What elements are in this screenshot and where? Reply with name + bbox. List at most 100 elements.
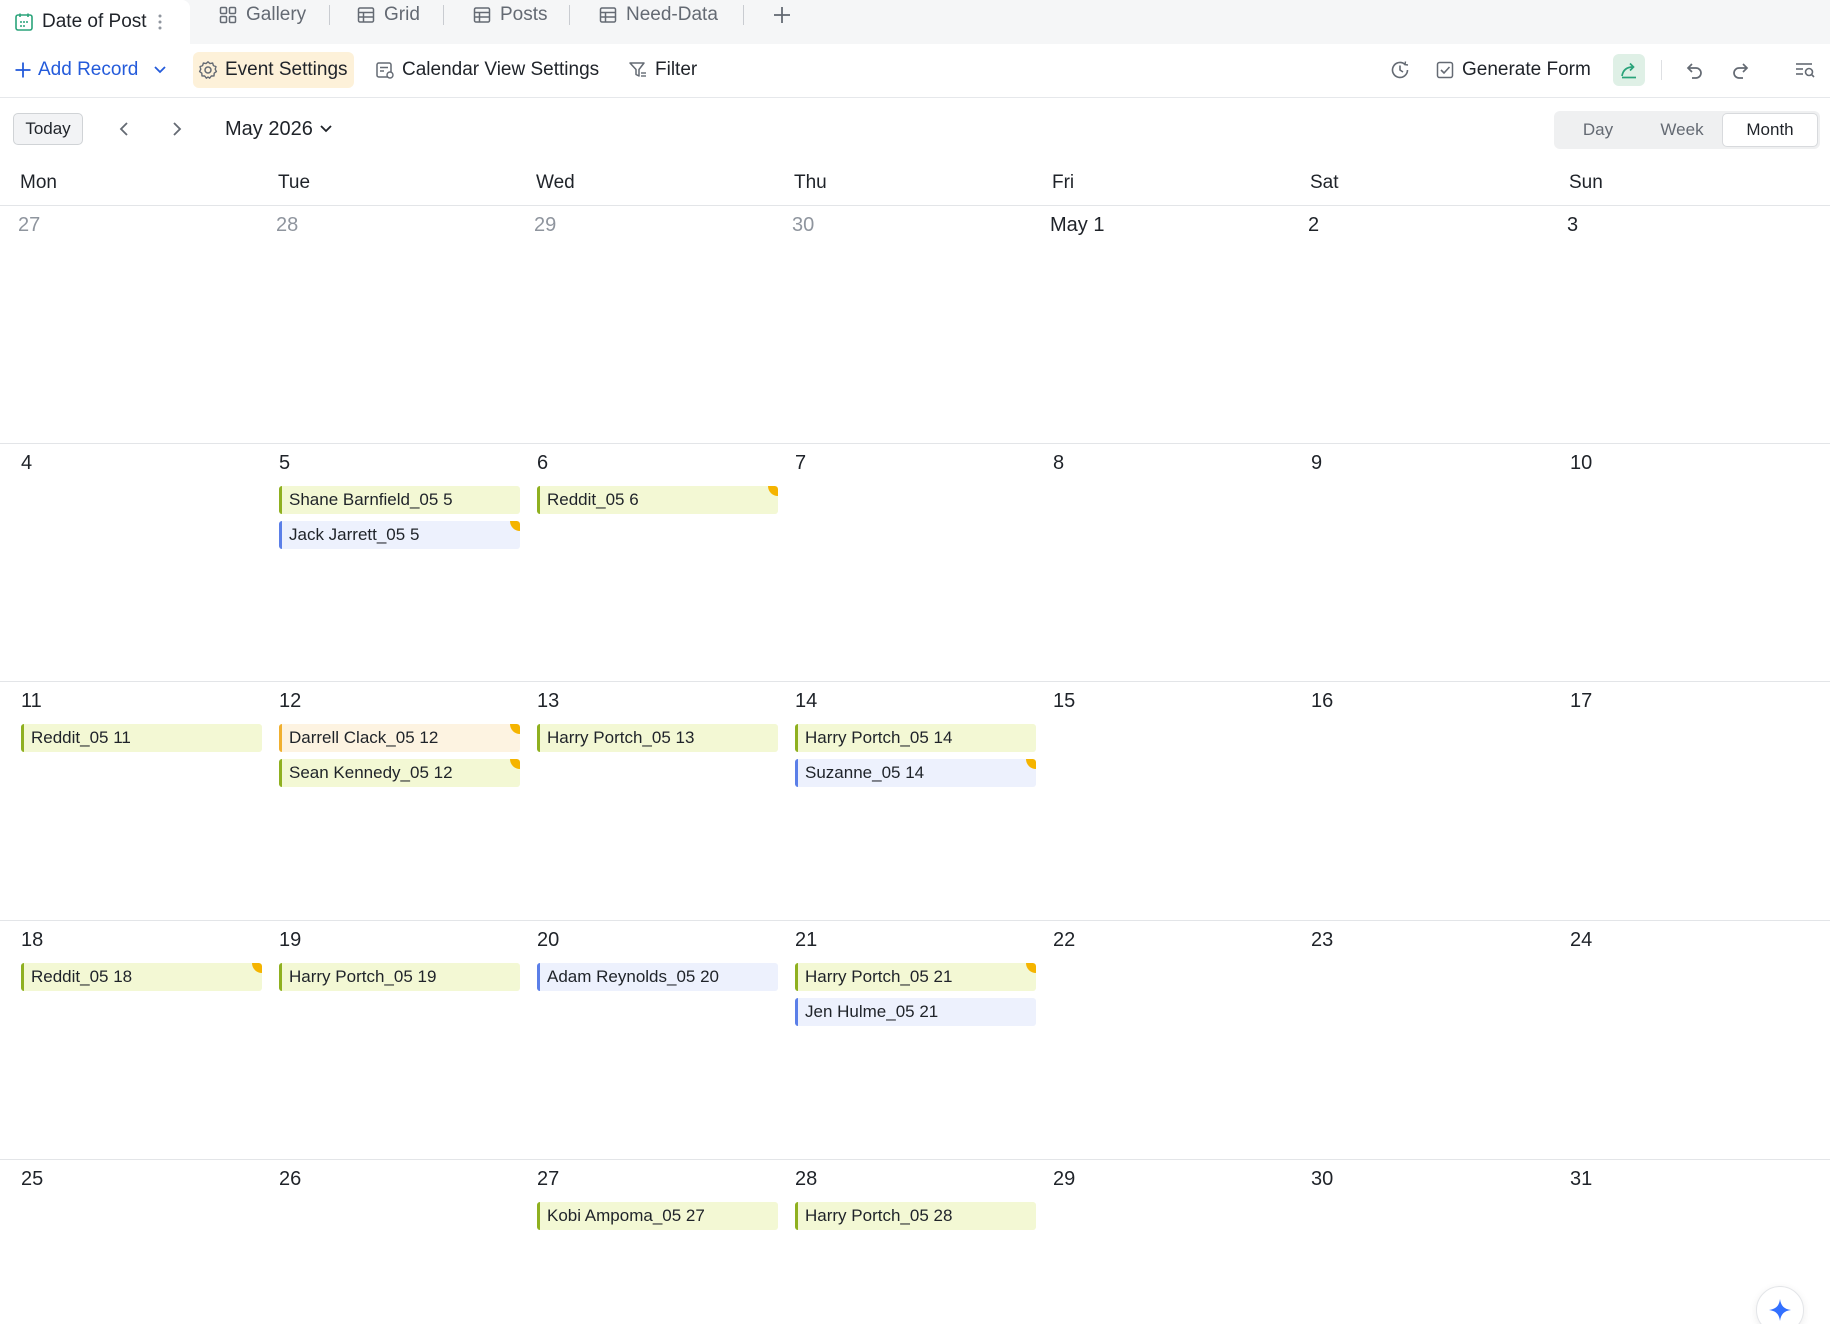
add-record-dropdown[interactable] — [144, 54, 176, 86]
event-label: Reddit_05 18 — [31, 967, 133, 986]
event-label: Adam Reynolds_05 20 — [547, 967, 720, 986]
event-chip[interactable]: Harry Portch_05 21 — [795, 963, 1036, 991]
day-number: 23 — [1311, 929, 1334, 951]
day-number: 31 — [1570, 1168, 1593, 1190]
tab-label: Posts — [500, 4, 548, 25]
filter-button[interactable]: Filter — [627, 52, 697, 88]
event-chip[interactable]: Harry Portch_05 28 — [795, 1202, 1036, 1230]
event-label: Jack Jarrett_05 5 — [289, 525, 420, 544]
next-month-button[interactable] — [162, 114, 192, 144]
view-option-month[interactable]: Month — [1722, 113, 1818, 147]
search-records-button[interactable] — [1789, 54, 1821, 86]
view-option-day[interactable]: Day — [1556, 113, 1640, 147]
event-chip[interactable]: Jack Jarrett_05 5 — [279, 521, 520, 549]
view-option-week[interactable]: Week — [1640, 113, 1724, 147]
weekday-header: Mon Tue Wed Thu Fri Sat Sun — [0, 164, 1830, 206]
tab-label: Gallery — [246, 4, 307, 25]
day-number: 29 — [534, 214, 557, 236]
day-number: 14 — [795, 690, 818, 712]
tab-label: Grid — [384, 4, 420, 25]
undo-button[interactable] — [1678, 54, 1710, 86]
event-chip[interactable]: Harry Portch_05 14 — [795, 724, 1036, 752]
day-number: 15 — [1053, 690, 1076, 712]
chevron-right-icon — [171, 121, 183, 137]
event-chip[interactable]: Shane Barnfield_05 5 — [279, 486, 520, 514]
view-switcher: Day Week Month — [1554, 111, 1820, 149]
weekday-label: Mon — [20, 172, 57, 193]
add-view-button[interactable] — [770, 0, 794, 30]
tab-label: Date of Post — [42, 11, 147, 32]
day-number: 20 — [537, 929, 560, 951]
event-label: Harry Portch_05 21 — [805, 967, 953, 986]
status-flag-icon — [252, 963, 262, 973]
event-chip[interactable]: Reddit_05 11 — [21, 724, 262, 752]
tab-posts[interactable]: Posts — [472, 0, 548, 30]
event-chip[interactable]: Harry Portch_05 19 — [279, 963, 520, 991]
tab-gallery[interactable]: Gallery — [218, 0, 306, 30]
today-button[interactable]: Today — [13, 113, 83, 145]
chevron-down-icon — [153, 65, 167, 75]
share-button[interactable] — [1613, 54, 1645, 86]
event-settings-label: Event Settings — [225, 59, 348, 80]
event-label: Reddit_05 11 — [31, 728, 131, 747]
undo-icon — [1683, 59, 1705, 81]
table-icon — [356, 5, 376, 25]
month-picker[interactable]: May 2026 — [225, 114, 333, 144]
event-chip[interactable]: Harry Portch_05 13 — [537, 724, 778, 752]
day-number: 26 — [279, 1168, 302, 1190]
event-chip[interactable]: Darrell Clack_05 12 — [279, 724, 520, 752]
event-chip[interactable]: Reddit_05 6 — [537, 486, 778, 514]
form-check-icon — [1434, 59, 1456, 81]
day-number: 3 — [1567, 214, 1579, 236]
calendar-icon — [14, 12, 34, 32]
plus-icon — [12, 59, 34, 81]
search-list-icon — [1794, 59, 1816, 81]
calendar-view-settings-button[interactable]: Calendar View Settings — [374, 52, 599, 88]
weekday-label: Wed — [536, 172, 575, 193]
tab-grid[interactable]: Grid — [356, 0, 420, 30]
view-toolbar: Add Record Event Settings Calendar View … — [0, 44, 1830, 98]
calendar-header: Today May 2026 Day Week Month — [0, 98, 1830, 164]
tab-divider — [743, 5, 744, 25]
calendar-view-settings-label: Calendar View Settings — [402, 59, 600, 80]
plus-icon — [772, 5, 792, 25]
weekday-label: Thu — [794, 172, 827, 193]
month-grid: 27 28 29 30 May 1 2 3 4 5 6 7 8 9 10 11 12 13 14 15 16 17 18 1… — [0, 206, 1830, 1324]
tab-label: Need-Data — [626, 4, 718, 25]
previous-month-button[interactable] — [109, 114, 139, 144]
event-chip[interactable]: Suzanne_05 14 — [795, 759, 1036, 787]
status-flag-icon — [1026, 963, 1036, 973]
history-button[interactable] — [1384, 54, 1416, 86]
tab-need-data[interactable]: Need-Data — [598, 0, 718, 30]
event-chip[interactable]: Reddit_05 18 — [21, 963, 262, 991]
generate-form-label: Generate Form — [1462, 59, 1591, 80]
event-settings-button[interactable]: Event Settings — [193, 52, 354, 88]
day-number: 12 — [279, 690, 302, 712]
tab-date-of-post[interactable]: Date of Post — [0, 0, 190, 44]
share-arrow-icon — [1618, 59, 1640, 81]
day-number: 27 — [537, 1168, 560, 1190]
day-number: 28 — [276, 214, 299, 236]
day-number: 22 — [1053, 929, 1076, 951]
add-record-button[interactable]: Add Record — [12, 52, 138, 88]
filter-label: Filter — [655, 59, 698, 80]
event-chip[interactable]: Kobi Ampoma_05 27 — [537, 1202, 778, 1230]
event-chip[interactable]: Jen Hulme_05 21 — [795, 998, 1036, 1026]
filter-icon — [627, 59, 649, 81]
calendar-settings-icon — [374, 59, 396, 81]
day-number: 27 — [18, 214, 41, 236]
day-number: 13 — [537, 690, 560, 712]
day-number: 28 — [795, 1168, 818, 1190]
generate-form-button[interactable]: Generate Form — [1434, 52, 1591, 88]
redo-button[interactable] — [1725, 54, 1757, 86]
view-tab-bar: Date of Post Gallery Grid Posts Need-Dat… — [0, 0, 1830, 44]
event-label: Darrell Clack_05 12 — [289, 728, 439, 747]
gear-icon — [197, 59, 219, 81]
more-vertical-icon[interactable] — [157, 13, 163, 31]
event-chip[interactable]: Sean Kennedy_05 12 — [279, 759, 520, 787]
status-flag-icon — [768, 486, 778, 496]
day-number: 30 — [792, 214, 815, 236]
event-chip[interactable]: Adam Reynolds_05 20 — [537, 963, 778, 991]
day-number: 29 — [1053, 1168, 1076, 1190]
event-label: Reddit_05 6 — [547, 490, 639, 509]
